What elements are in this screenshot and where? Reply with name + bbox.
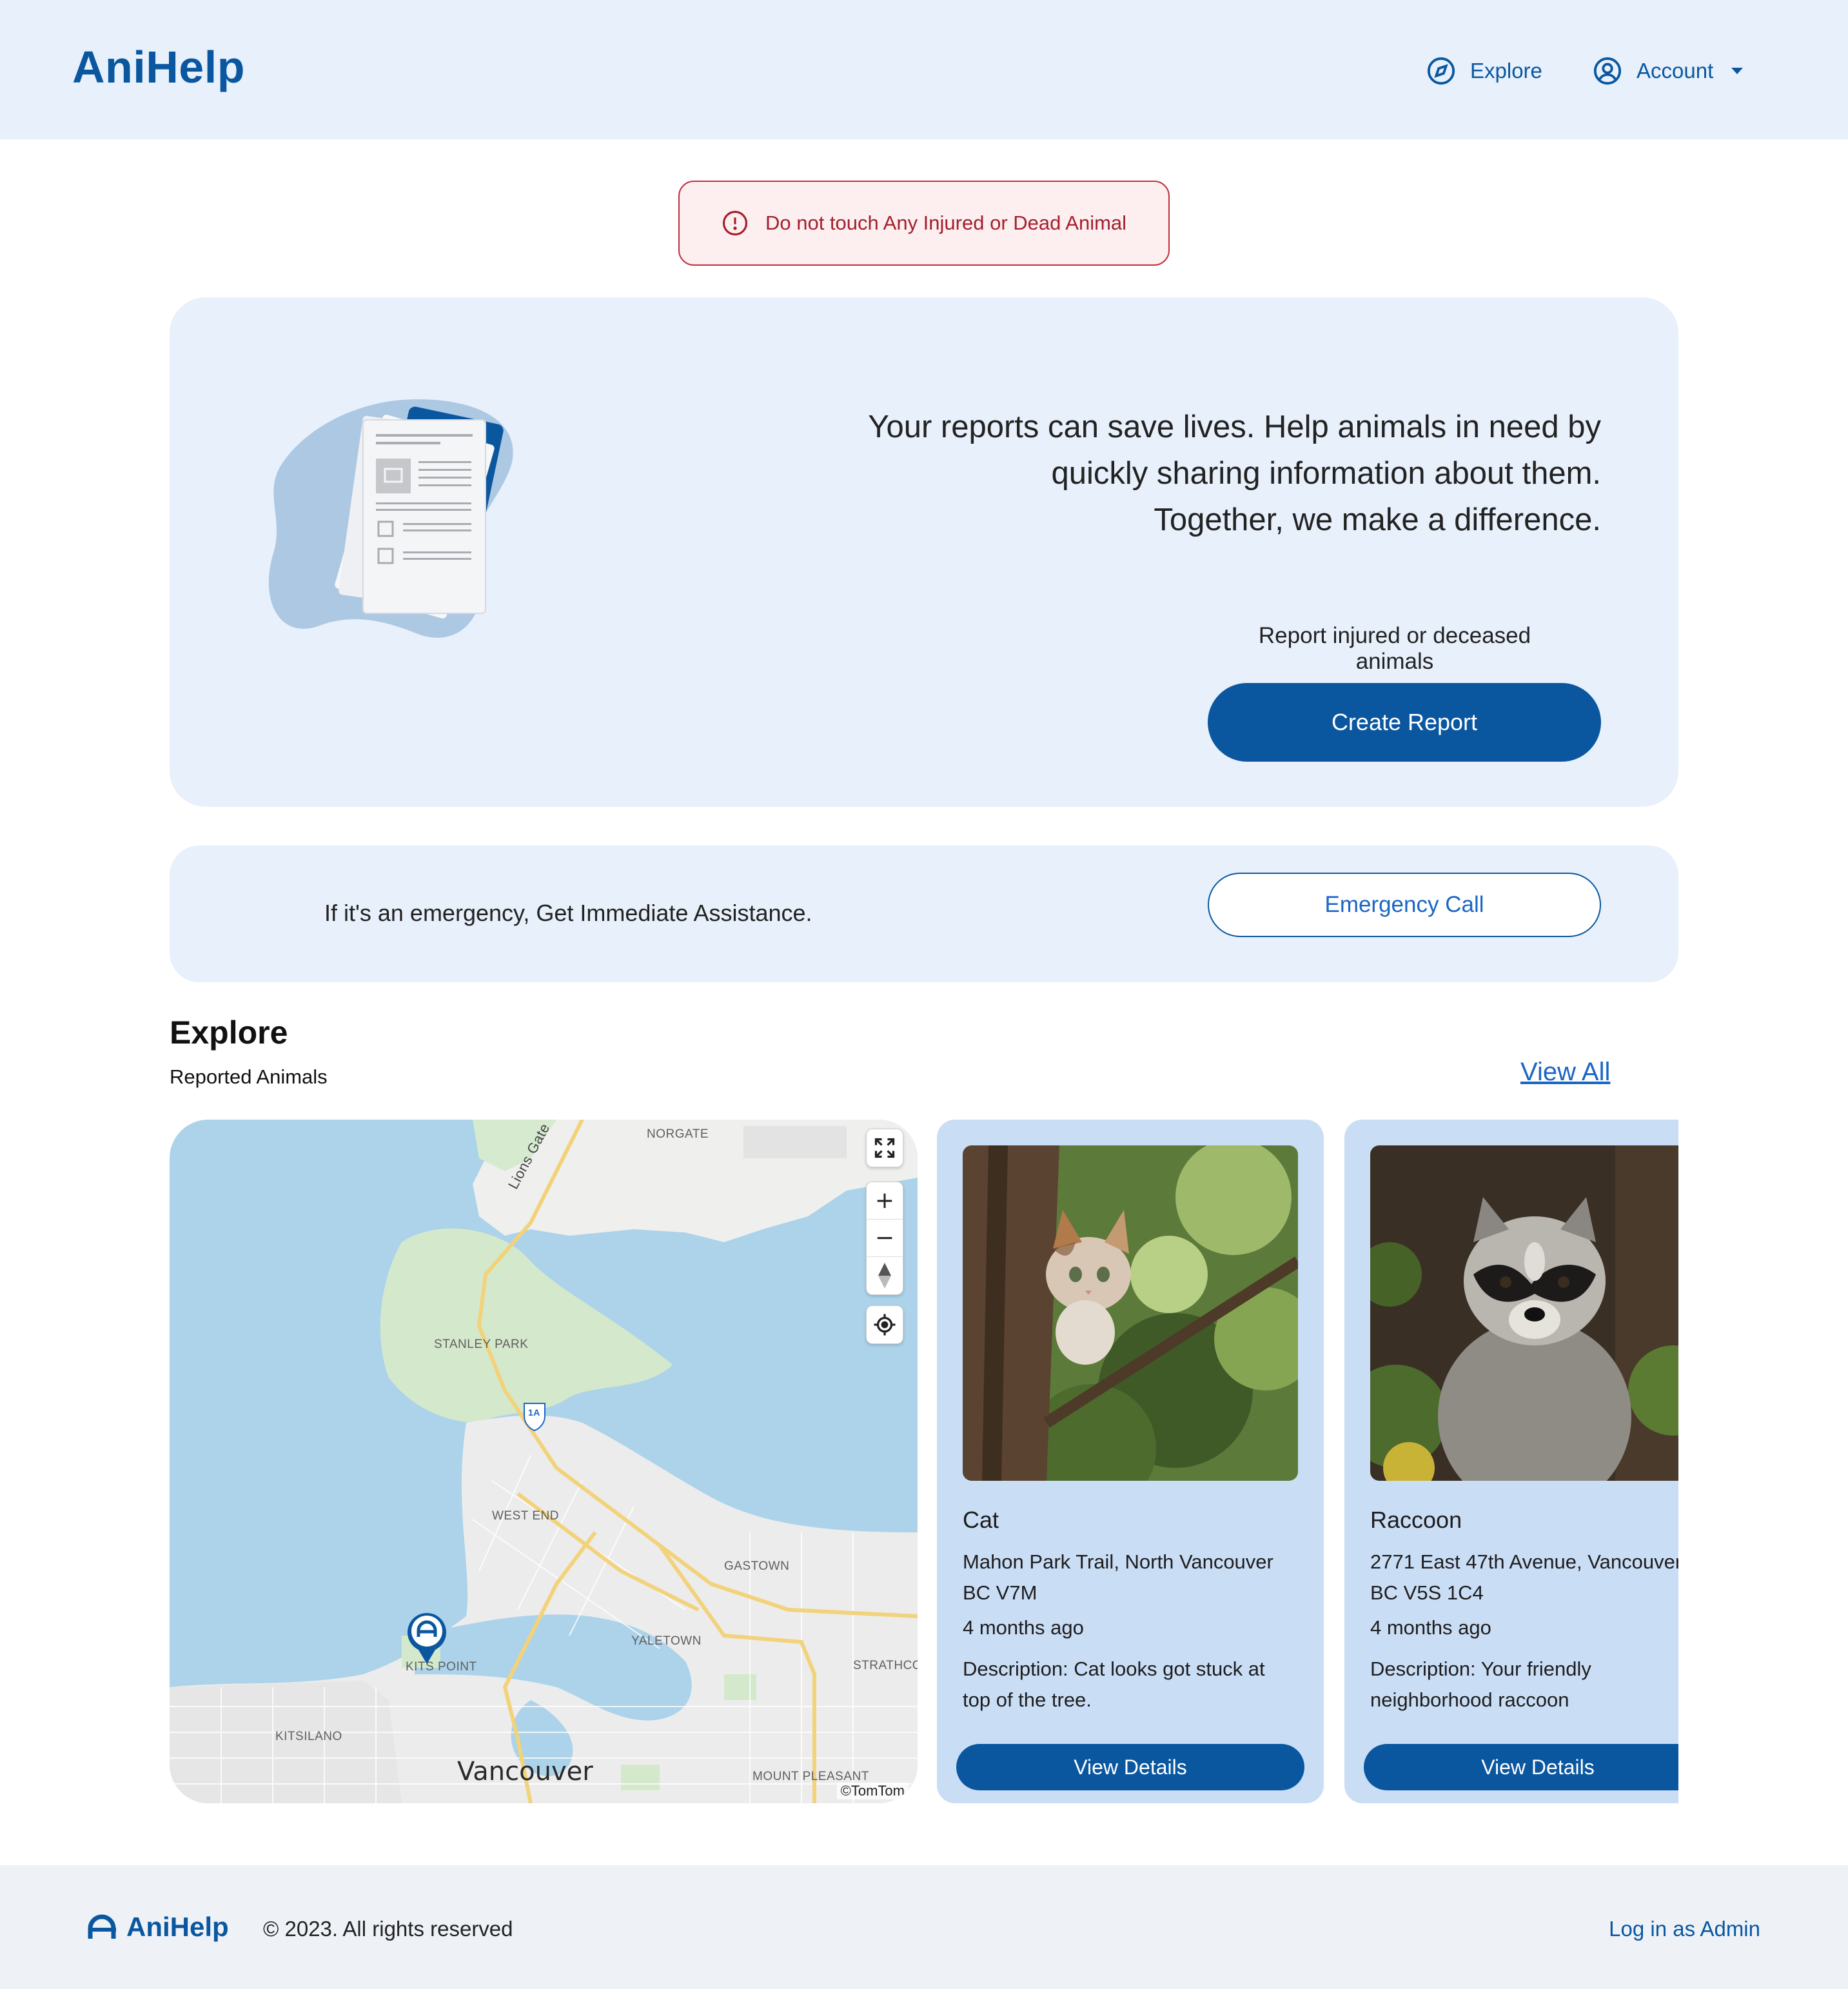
animal-description: Description: Your friendly neighborhood … <box>1370 1654 1678 1716</box>
nav-account-dropdown[interactable]: Account <box>1593 52 1744 90</box>
emergency-panel: If it's an emergency, Get Immediate Assi… <box>170 846 1678 982</box>
footer-brand[interactable]: AniHelp <box>88 1912 229 1943</box>
map-fullscreen-control[interactable] <box>866 1129 903 1167</box>
animal-name: Raccoon <box>1370 1507 1462 1533</box>
nav-account-label: Account <box>1637 59 1714 83</box>
map-tiles <box>170 1120 918 1803</box>
address-line-1: Mahon Park Trail, North Vancouver <box>963 1550 1273 1573</box>
emergency-text: If it's an emergency, Get Immediate Assi… <box>324 900 812 926</box>
explore-title: Explore <box>170 1014 288 1051</box>
compass-icon <box>1427 57 1455 85</box>
report-time: 4 months ago <box>963 1616 1084 1639</box>
north-arrow-icon <box>878 1263 891 1289</box>
animal-name: Cat <box>963 1507 999 1533</box>
map-label-mount-pleasant: MOUNT PLEASANT <box>752 1770 869 1783</box>
description-line-1: Description: Cat looks got stuck at <box>963 1658 1265 1680</box>
report-time: 4 months ago <box>1370 1616 1491 1639</box>
cat-photo <box>963 1145 1298 1481</box>
fullscreen-icon[interactable] <box>867 1129 903 1167</box>
reports-map[interactable]: NORGATE Lions Gate STANLEY PARK 1A WEST … <box>170 1120 918 1803</box>
view-details-button[interactable]: View Details <box>1364 1744 1678 1790</box>
view-details-button[interactable]: View Details <box>956 1744 1304 1790</box>
compass-reset-button[interactable] <box>867 1257 903 1294</box>
nav-explore[interactable]: Explore <box>1426 52 1542 90</box>
view-all-link[interactable]: View All <box>1520 1058 1610 1087</box>
map-label-yaletown: YALETOWN <box>631 1634 702 1648</box>
exclamation-circle-icon <box>722 210 748 236</box>
map-city-label: Vancouver <box>457 1757 593 1786</box>
description-line-2: neighborhood raccoon <box>1370 1688 1569 1711</box>
hero-panel: Your reports can save lives. Help animal… <box>170 297 1678 807</box>
map-label-stanley-park: STANLEY PARK <box>434 1338 529 1351</box>
map-label-strathcona: STRATHCON <box>853 1659 918 1672</box>
chevron-down-icon <box>1731 68 1744 74</box>
animal-card: Cat Mahon Park Trail, North Vancouver BC… <box>937 1120 1324 1803</box>
hero-message: Your reports can save lives. Help animal… <box>763 404 1601 543</box>
documents-illustration <box>268 399 513 638</box>
address-line-2: BC V5S 1C4 <box>1370 1581 1484 1604</box>
footer-brand-label: AniHelp <box>126 1912 229 1942</box>
map-highway-label: 1A <box>528 1407 540 1418</box>
hero-line-2: quickly sharing information about them. <box>1051 456 1602 491</box>
animal-card: Raccoon 2771 East 47th Avenue, Vancouver… <box>1344 1120 1678 1803</box>
map-label-kitsilano: KITSILANO <box>275 1730 342 1743</box>
safety-alert: Do not touch Any Injured or Dead Animal <box>678 181 1170 266</box>
locate-me-icon[interactable] <box>867 1306 903 1343</box>
anihelp-logo-icon <box>88 1914 116 1939</box>
report-location-marker[interactable] <box>406 1610 448 1665</box>
alert-text: Do not touch Any Injured or Dead Animal <box>765 212 1127 234</box>
address-line-1: 2771 East 47th Avenue, Vancouver <box>1370 1550 1678 1573</box>
animal-address: 2771 East 47th Avenue, Vancouver BC V5S … <box>1370 1547 1678 1608</box>
map-label-norgate: NORGATE <box>647 1127 709 1141</box>
map-label-west-end: WEST END <box>492 1509 559 1523</box>
explore-subtitle: Reported Animals <box>170 1065 328 1088</box>
emergency-call-button[interactable]: Emergency Call <box>1208 873 1601 937</box>
reported-animals-carousel[interactable]: Cat Mahon Park Trail, North Vancouver BC… <box>937 1120 1678 1816</box>
map-geolocate-control[interactable] <box>866 1305 903 1344</box>
map-label-gastown: GASTOWN <box>724 1559 790 1573</box>
nav-explore-label: Explore <box>1470 59 1542 83</box>
top-header: AniHelp Explore Account <box>0 0 1848 139</box>
admin-login-link[interactable]: Log in as Admin <box>1609 1917 1760 1941</box>
create-report-button[interactable]: Create Report <box>1208 683 1601 762</box>
map-attribution: ©TomTom <box>836 1783 909 1799</box>
page-footer: AniHelp © 2023. All rights reserved Log … <box>0 1865 1848 1989</box>
animal-address: Mahon Park Trail, North Vancouver BC V7M <box>963 1547 1311 1608</box>
raccoon-photo <box>1370 1145 1678 1481</box>
hero-line-3: Together, we make a difference. <box>1154 502 1601 537</box>
hero-line-1: Your reports can save lives. Help animal… <box>868 410 1601 444</box>
description-line-2: top of the tree. <box>963 1688 1092 1711</box>
zoom-out-button[interactable]: − <box>867 1220 903 1257</box>
animal-description: Description: Cat looks got stuck at top … <box>963 1654 1311 1716</box>
footer-copyright: © 2023. All rights reserved <box>263 1917 513 1941</box>
hero-subtitle: Report injured or deceased animals <box>1258 623 1531 674</box>
user-circle-icon <box>1593 57 1622 85</box>
map-zoom-control[interactable]: + − <box>866 1182 903 1295</box>
address-line-2: BC V7M <box>963 1581 1037 1604</box>
brand-logo[interactable]: AniHelp <box>72 41 245 93</box>
description-line-1: Description: Your friendly <box>1370 1658 1591 1680</box>
zoom-in-button[interactable]: + <box>867 1182 903 1220</box>
